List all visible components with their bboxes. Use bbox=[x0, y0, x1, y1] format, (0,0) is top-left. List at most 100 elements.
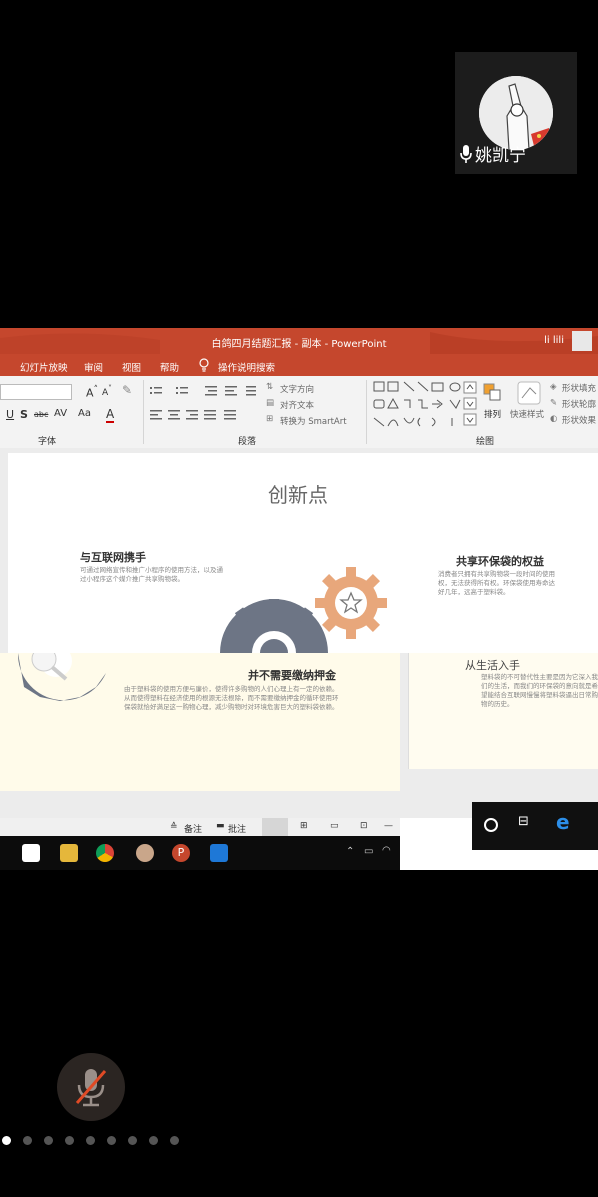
drawing-group-label: 绘图 bbox=[476, 437, 495, 447]
lightbulb-icon bbox=[198, 358, 210, 375]
underline-icon[interactable]: U bbox=[6, 408, 14, 421]
normal-view-button[interactable] bbox=[262, 818, 288, 836]
shared-screen: 白鸽四月结题汇报 - 副本 - PowerPoint li lili 幻灯片放映… bbox=[0, 328, 598, 870]
arrange-icon[interactable] bbox=[482, 382, 504, 404]
shadow-icon[interactable]: S bbox=[20, 408, 28, 421]
change-case-icon[interactable]: Aa bbox=[78, 408, 91, 419]
clear-format-icon[interactable]: ✎ bbox=[122, 383, 132, 397]
slide[interactable]: 创新点 与互联网携手 可通过网络宣传和推广小程序的使用方法，以及通过小程序这个媒… bbox=[8, 453, 598, 653]
center-heading: 并不需要缴纳押金 bbox=[248, 669, 336, 682]
account-avatar[interactable] bbox=[572, 331, 592, 351]
tell-me-search[interactable]: 操作说明搜索 bbox=[218, 360, 275, 374]
font-group-label: 字体 bbox=[38, 437, 57, 447]
wifi-icon[interactable]: ◠ bbox=[382, 845, 391, 856]
powerpoint-icon[interactable]: P bbox=[172, 844, 190, 862]
right-body: 消费者只拥有共享购物袋一段时间的使用权，无法获得所有权。环保袋使用寿命达好几年，… bbox=[438, 570, 555, 596]
chrome-icon[interactable] bbox=[96, 844, 114, 862]
text-direction-icon: ⇅ bbox=[266, 382, 274, 392]
shape-outline-button[interactable]: 形状轮廓 bbox=[562, 398, 596, 410]
slide-title: 创新点 bbox=[268, 483, 328, 507]
right-panel-heading: 从生活入手 bbox=[465, 659, 520, 672]
participant-name: 姚凯宁 bbox=[475, 146, 526, 166]
app-avatar-icon[interactable] bbox=[136, 844, 154, 862]
cortana-icon[interactable] bbox=[484, 818, 498, 832]
avatar bbox=[479, 76, 553, 150]
account-name[interactable]: li lili bbox=[544, 335, 564, 346]
window-title: 白鸽四月结题汇报 - 副本 - PowerPoint bbox=[211, 339, 387, 350]
title-bar: 白鸽四月结题汇报 - 副本 - PowerPoint li lili bbox=[0, 328, 598, 354]
decrease-font-icon[interactable]: A˅ bbox=[102, 384, 112, 398]
menu-review[interactable]: 审阅 bbox=[84, 360, 103, 374]
shape-effects-button[interactable]: 形状效果 bbox=[562, 414, 596, 426]
strikethrough-icon[interactable]: abc bbox=[34, 410, 48, 419]
comments-icon: ▬ bbox=[216, 821, 225, 831]
quick-styles-button[interactable]: 快速样式 bbox=[510, 408, 544, 420]
magnifier-gear-icon bbox=[17, 653, 106, 701]
slide-lower-area: 并不需要缴纳押金 由于塑料袋的使用方便与廉价，使得许多购物的人们心理上有一定的依… bbox=[0, 653, 400, 791]
store-icon[interactable] bbox=[22, 844, 40, 862]
reading-view-icon[interactable]: ▭ bbox=[330, 821, 339, 831]
paint-bucket-icon: ◈ bbox=[550, 382, 557, 392]
menu-slideshow[interactable]: 幻灯片放映 bbox=[20, 360, 68, 374]
shapes-gallery[interactable] bbox=[372, 380, 478, 430]
text-direction-button[interactable]: 文字方向 bbox=[280, 383, 314, 395]
left-heading: 与互联网携手 bbox=[80, 551, 146, 564]
file-explorer-icon[interactable] bbox=[60, 844, 78, 862]
convert-smartart-button[interactable]: 转换为 SmartArt bbox=[280, 415, 347, 427]
shape-fill-button[interactable]: 形状填充 bbox=[562, 382, 596, 394]
battery-icon[interactable]: ▭ bbox=[364, 846, 373, 857]
windows-taskbar: P ⌃ ▭ ◠ bbox=[0, 836, 400, 870]
center-body: 由于塑料袋的使用方便与廉价，使得许多购物的人们心理上有一定的依赖。从而使得塑料在… bbox=[124, 685, 339, 711]
align-text-button[interactable]: 对齐文本 bbox=[280, 399, 314, 411]
meeting-app-icon[interactable] bbox=[210, 844, 228, 862]
participant-tile[interactable]: 姚凯宁 bbox=[455, 52, 577, 174]
align-text-icon: ▤ bbox=[266, 398, 275, 408]
comments-button[interactable]: 批注 bbox=[228, 822, 246, 835]
smartart-icon: ⊞ bbox=[266, 414, 274, 424]
page-dot[interactable] bbox=[2, 1136, 11, 1145]
slide-thumbnail-right[interactable]: 从生活入手 塑料袋的不可替代性主要是因为它深入我们的生活，而我们的环保袋的意向就… bbox=[408, 653, 598, 769]
char-spacing-icon[interactable]: AV bbox=[54, 408, 67, 419]
paragraph-group-label: 段落 bbox=[238, 437, 257, 447]
page-dot[interactable] bbox=[170, 1136, 179, 1145]
page-indicator bbox=[2, 1136, 179, 1145]
right-panel-body: 塑料袋的不可替代性主要是因为它深入我们的生活，而我们的环保袋的意向就是希望能结合… bbox=[481, 673, 598, 708]
list-buttons-icon[interactable] bbox=[150, 384, 260, 398]
page-dot[interactable] bbox=[65, 1136, 74, 1145]
page-dot[interactable] bbox=[44, 1136, 53, 1145]
right-heading: 共享环保袋的权益 bbox=[456, 555, 544, 568]
slide-canvas: 创新点 与互联网携手 可通过网络宣传和推广小程序的使用方法，以及通过小程序这个媒… bbox=[0, 448, 598, 818]
page-dot[interactable] bbox=[149, 1136, 158, 1145]
zoom-out-icon[interactable]: — bbox=[384, 821, 393, 831]
menu-view[interactable]: 视图 bbox=[122, 360, 141, 374]
font-size-dropdown[interactable] bbox=[0, 384, 72, 400]
slide-sorter-icon[interactable]: ⊞ bbox=[300, 821, 308, 831]
task-view-icon[interactable]: ⊟ bbox=[518, 814, 529, 829]
microphone-muted-icon bbox=[75, 1069, 107, 1107]
quick-styles-icon[interactable] bbox=[516, 380, 542, 406]
page-dot[interactable] bbox=[107, 1136, 116, 1145]
status-bar: ≙ 备注 ▬ 批注 ⊞ ▭ ⊡ — bbox=[0, 818, 400, 836]
effects-icon: ◐ bbox=[550, 414, 558, 424]
remote-taskbar: ⊟ e bbox=[472, 802, 598, 850]
page-dot[interactable] bbox=[86, 1136, 95, 1145]
page-dot[interactable] bbox=[128, 1136, 137, 1145]
tray-chevron-icon[interactable]: ⌃ bbox=[346, 846, 354, 857]
notes-icon: ≙ bbox=[170, 822, 178, 832]
participant-name-label: 姚凯宁 bbox=[459, 141, 526, 166]
notes-button[interactable]: 备注 bbox=[184, 822, 202, 835]
microphone-icon bbox=[460, 144, 472, 163]
page-dot[interactable] bbox=[23, 1136, 32, 1145]
alignment-buttons-icon[interactable] bbox=[150, 408, 260, 422]
font-color-icon[interactable]: A bbox=[106, 407, 115, 423]
menu-help[interactable]: 帮助 bbox=[160, 360, 179, 374]
ribbon: A˄ A˅ ✎ U S abc AV Aa A 字体 ⇅ 文字方向 ▤ 对齐文本… bbox=[0, 376, 598, 449]
pen-icon: ✎ bbox=[550, 398, 558, 408]
left-body: 可通过网络宣传和推广小程序的使用方法，以及通过小程序这个媒介推广共享购物袋。 bbox=[80, 566, 223, 583]
mute-microphone-button[interactable] bbox=[57, 1053, 125, 1121]
increase-font-icon[interactable]: A˄ bbox=[86, 384, 98, 400]
arrange-button[interactable]: 排列 bbox=[484, 408, 501, 420]
slideshow-icon[interactable]: ⊡ bbox=[360, 821, 368, 831]
gray-gear-icon bbox=[220, 599, 328, 653]
edge-icon[interactable]: e bbox=[556, 810, 570, 834]
